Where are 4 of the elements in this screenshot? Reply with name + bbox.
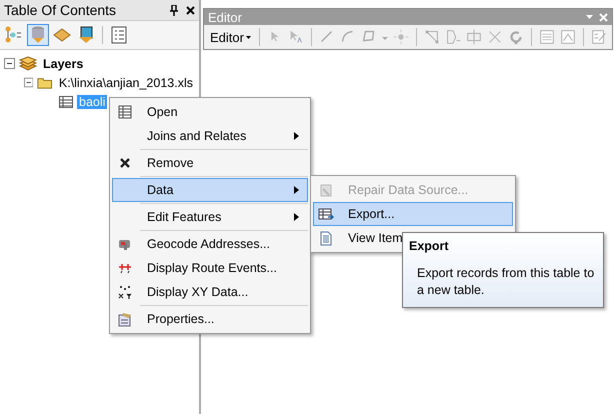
tooltip-text: Export records from this table to a new table. xyxy=(416,265,596,299)
panel-title: Table Of Contents xyxy=(4,2,116,18)
tooltip-title: Export xyxy=(409,239,450,253)
toolbar-title: Editor xyxy=(208,10,242,24)
